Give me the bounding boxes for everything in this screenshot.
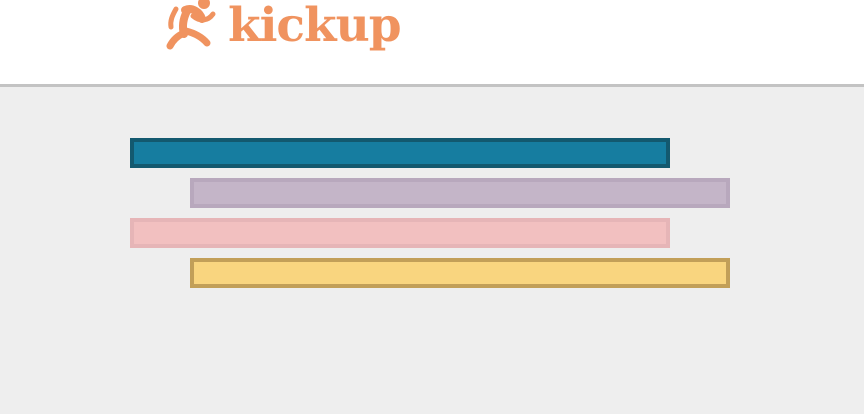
running-figure-icon xyxy=(166,0,216,50)
page: kickup xyxy=(0,0,864,414)
loading-bar-teal xyxy=(130,138,670,168)
loading-content xyxy=(0,87,864,414)
loading-bar-yellow xyxy=(190,258,730,288)
brand-name: kickup xyxy=(228,0,402,53)
kickup-logo[interactable]: kickup xyxy=(165,0,402,53)
site-header: kickup xyxy=(0,0,864,84)
loading-bar-pink xyxy=(130,218,670,248)
loading-bar-lavender xyxy=(190,178,730,208)
